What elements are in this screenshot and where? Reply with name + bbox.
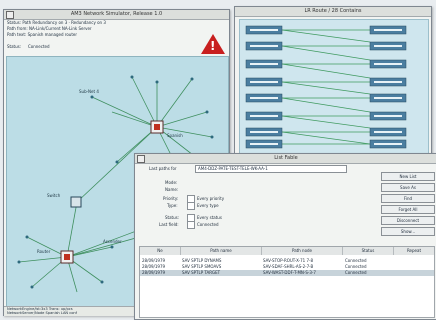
network-header: Status: Path Redundancy on 3 · Redundanc… [4,20,229,54]
link [156,78,193,128]
last-field-value: Connected [197,222,219,227]
priority-value: Every priority [197,196,225,201]
node-label: Ascender [103,239,122,244]
column-header-status[interactable]: Status [343,247,394,255]
status-field-label: Status: [165,215,180,220]
find-button[interactable]: Find [381,194,435,203]
path-value: AM4-DDZ-PATE-TEST-TELE-WK-AA-1 [198,166,268,171]
router-node-core [64,254,70,260]
link [156,126,213,138]
grid-window-title: LR Route / 28 Contains [304,8,362,14]
list-table: Ne Path name Path node Status Repeat 28/… [139,246,435,318]
column-header-path-name[interactable]: Path name [181,247,262,255]
status-bar-line-2: NetworkServer/Node Spanish LAN conf [7,311,77,315]
list-window: List Fable Last paths for AM4-DDZ-PATE-T… [134,153,436,320]
leaf-node[interactable] [17,260,21,264]
network-window-titlebar[interactable]: AM3 Network Simulator, Release 1.0 [4,10,229,20]
warning-icon: ! [201,34,225,54]
name-label: Name: [165,187,179,192]
grid-canvas[interactable] [239,19,429,155]
path-field[interactable]: AM4-DDZ-PATE-TEST-TELE-WK-AA-1 [195,165,347,173]
grid-window-titlebar[interactable]: LR Route / 28 Contains [235,7,431,17]
switch-node[interactable] [70,196,82,208]
type-checkbox[interactable] [187,202,195,210]
last-field-label: Last field: [159,222,179,227]
priority-label: Priority: [163,196,179,201]
show-button[interactable]: Show... [381,227,435,236]
column-header-repeat[interactable]: Repeat [394,247,434,255]
list-window-title: List Fable [274,155,298,161]
network-window-title: AM3 Network Simulator, Release 1.0 [70,11,163,17]
node-label: Switch [47,193,61,198]
header-line-3: Path text: Spanish managed router [7,32,77,37]
warning-glyph: ! [210,39,216,53]
column-header-path-node[interactable]: Path node [262,247,343,255]
leaf-node[interactable] [155,80,159,84]
row-status: Connected [345,270,367,275]
link [91,96,158,128]
last-field-checkbox[interactable] [187,221,195,229]
status-label: Status: [7,44,22,49]
link [156,111,208,128]
link [18,256,68,263]
link [66,201,78,258]
leaf-node[interactable] [210,135,214,139]
close-box[interactable] [137,155,145,163]
type-value: Every type [197,203,219,208]
grid-window: LR Route / 28 Contains [234,6,432,158]
leaf-node[interactable] [205,110,209,114]
save-as-button[interactable]: Save As [381,183,435,192]
row-id: 28/09/1979 [142,270,166,275]
router-node-core [154,124,160,130]
mode-label: Mode: [165,180,178,185]
close-box[interactable] [6,11,14,19]
row-path-name: SAV SPTLP TARGET [182,270,221,275]
list-window-titlebar[interactable]: List Fable [135,154,436,164]
type-label: Type: [167,203,178,208]
node-label: Sub-Net 4 [79,89,99,94]
column-header-id[interactable]: Ne [140,247,181,255]
path-label: Last paths for [149,166,177,171]
leaf-node[interactable] [30,285,34,289]
leaf-node[interactable] [115,160,119,164]
leaf-node[interactable] [25,235,29,239]
node-label: Router [37,249,51,254]
leaf-node[interactable] [130,75,134,79]
status-value: Connected [28,44,50,49]
list-form: Last paths for AM4-DDZ-PATE-TEST-TELE-WK… [135,164,375,236]
leaf-node[interactable] [190,77,194,81]
forget-all-button[interactable]: Forget All [381,205,435,214]
leaf-node[interactable] [100,280,104,284]
grid-graph [245,25,407,149]
leaf-node[interactable] [110,245,114,249]
new-list-button[interactable]: New List [381,172,435,181]
row-path-node: SAV-WAST-DDF-T-MN-S-3-7 [263,270,316,275]
status-field-value: Every status [197,215,222,220]
list-buttons: New List Save As Find Forget All Disconn… [381,172,435,238]
node-label: Spanish [167,133,183,138]
disconnect-button[interactable]: Disconnect [381,216,435,225]
leaf-node[interactable] [90,95,94,99]
table-row-selected[interactable]: 28/09/1979 SAV SPTLP TARGET SAV-WAST-DDF… [140,270,434,276]
